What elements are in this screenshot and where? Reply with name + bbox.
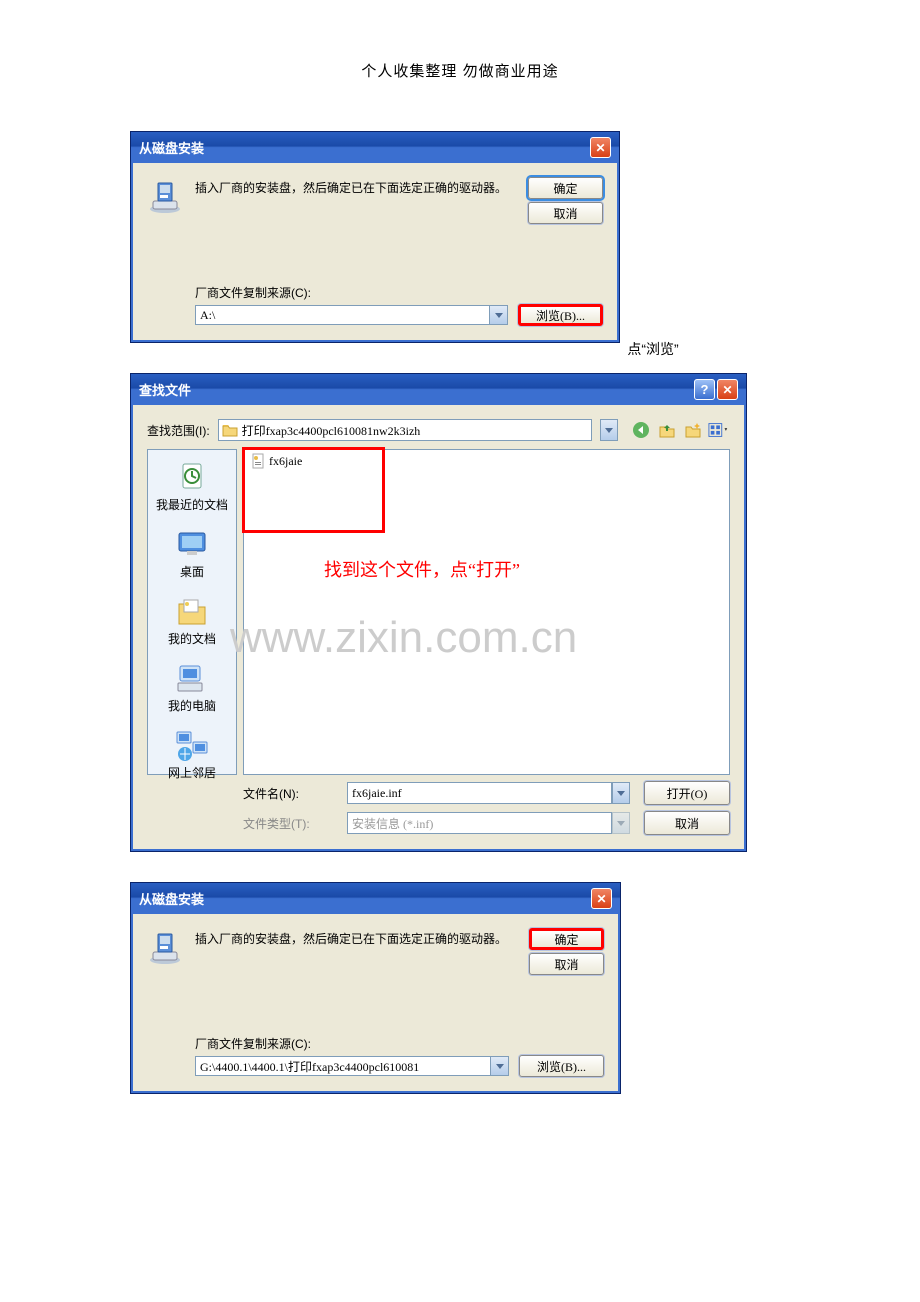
file-list-pane[interactable]: fx6jaie 找到这个文件，点“打开” [243,449,730,775]
dialog-title: 查找文件 [139,380,191,399]
install-from-disk-dialog-1: 从磁盘安装 ✕ 插入厂商的安装盘，然后确定已在下面选定正确的驱动器。 确定 取消… [130,131,620,343]
close-icon[interactable]: ✕ [590,137,611,158]
places-network-label: 网上邻居 [168,764,216,781]
folder-icon [222,423,238,437]
look-in-dropdown[interactable]: 打印fxap3c4400pcl610081nw2k3izh [218,419,592,441]
file-item-label: fx6jaie [269,454,302,469]
instruction-text: 插入厂商的安装盘，然后确定已在下面选定正确的驱动器。 [195,177,516,197]
places-desktop-label: 桌面 [180,563,204,580]
back-icon[interactable] [630,419,652,441]
places-desktop[interactable]: 桌面 [175,527,209,580]
dialog-title: 从磁盘安装 [139,138,204,157]
places-mydocs-label: 我的文档 [168,630,216,647]
look-in-label: 查找范围(I): [147,422,210,439]
network-icon [175,728,209,762]
close-icon[interactable]: ✕ [591,888,612,909]
titlebar: 查找文件 ? ✕ [131,374,746,405]
ok-button[interactable]: 确定 [528,177,603,199]
source-label: 厂商文件复制来源(C): [195,1035,604,1052]
places-recent-label: 我最近的文档 [156,496,228,513]
install-disk-icon [147,179,183,215]
file-item-fx6jaie[interactable]: fx6jaie [250,453,302,469]
annotation-find-file: 找到这个文件，点“打开” [324,556,520,582]
filetype-dropdown-icon [612,812,630,834]
places-network[interactable]: 网上邻居 [168,728,216,781]
look-in-value: 打印fxap3c4400pcl610081nw2k3izh [242,422,421,439]
places-mycomputer-label: 我的电脑 [168,697,216,714]
up-folder-icon[interactable] [656,419,678,441]
cancel-button[interactable]: 取消 [528,202,603,224]
help-icon[interactable]: ? [694,379,715,400]
install-from-disk-dialog-2: 从磁盘安装 ✕ 插入厂商的安装盘，然后确定已在下面选定正确的驱动器。 确定 取消… [130,882,621,1094]
recent-docs-icon [175,460,209,494]
inf-file-icon [250,453,266,469]
view-menu-icon[interactable] [708,419,730,441]
places-bar: 我最近的文档 桌面 我的文档 我的电脑 [147,449,237,775]
find-file-dialog: 查找文件 ? ✕ 查找范围(I): 打印fxap3c4400pcl610081n… [130,373,747,852]
source-label: 厂商文件复制来源(C): [195,284,603,301]
browse-button[interactable]: 浏览(B)... [518,304,603,326]
install-disk-icon [147,930,183,966]
dialog-row-1: 从磁盘安装 ✕ 插入厂商的安装盘，然后确定已在下面选定正确的驱动器。 确定 取消… [130,131,790,373]
filename-combo[interactable] [347,782,630,804]
titlebar: 从磁盘安装 ✕ [131,883,620,914]
places-mydocs[interactable]: 我的文档 [168,594,216,647]
filetype-label: 文件类型(T): [243,815,333,832]
places-recent[interactable]: 我最近的文档 [156,460,228,513]
places-mycomputer[interactable]: 我的电脑 [168,661,216,714]
annotation-click-browse: 点“浏览” [627,339,678,359]
filename-input[interactable] [347,782,612,804]
look-in-dropdown-arrow-icon[interactable] [600,419,618,441]
source-input[interactable] [195,305,490,325]
titlebar: 从磁盘安装 ✕ [131,132,619,163]
cancel-button[interactable]: 取消 [644,811,730,835]
close-icon[interactable]: ✕ [717,379,738,400]
desktop-icon [175,527,209,561]
dialog-title: 从磁盘安装 [139,889,204,908]
source-dropdown-icon[interactable] [491,1056,509,1076]
filename-label: 文件名(N): [243,785,333,802]
ok-button[interactable]: 确定 [529,928,604,950]
source-input[interactable] [195,1056,491,1076]
filetype-input [347,812,612,834]
mydocs-icon [175,594,209,628]
browse-button[interactable]: 浏览(B)... [519,1055,604,1077]
instruction-text: 插入厂商的安装盘，然后确定已在下面选定正确的驱动器。 [195,928,517,948]
new-folder-icon[interactable] [682,419,704,441]
source-dropdown-icon[interactable] [490,305,508,325]
open-button[interactable]: 打开(O) [644,781,730,805]
filename-dropdown-icon[interactable] [612,782,630,804]
mycomputer-icon [175,661,209,695]
filetype-combo [347,812,630,834]
cancel-button[interactable]: 取消 [529,953,604,975]
page-header: 个人收集整理 勿做商业用途 [0,60,920,81]
